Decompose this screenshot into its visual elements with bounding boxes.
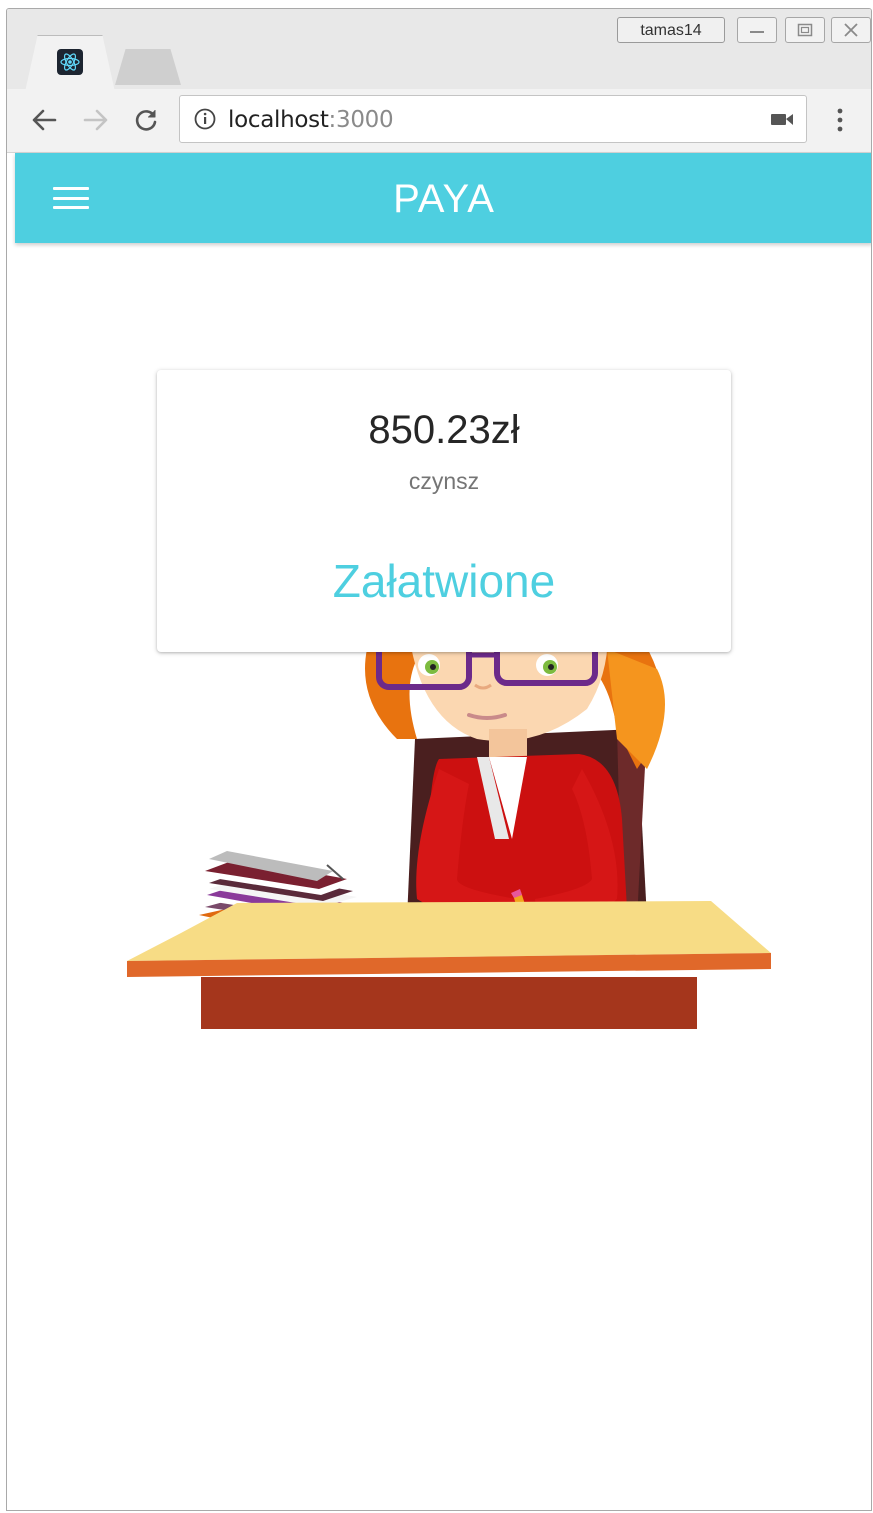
reload-icon xyxy=(135,110,157,131)
back-arrow-icon xyxy=(32,109,57,131)
more-vert-icon[interactable] xyxy=(833,105,847,135)
forward-button[interactable] xyxy=(81,105,111,135)
camera-icon[interactable] xyxy=(770,111,794,127)
url-text: localhost:3000 xyxy=(228,107,394,133)
profile-badge[interactable]: tamas14 xyxy=(617,17,725,43)
new-tab-button[interactable] xyxy=(115,49,181,85)
tab-strip: tamas14 xyxy=(7,9,871,92)
close-icon xyxy=(844,23,858,37)
app-title: PAYA xyxy=(393,177,495,221)
back-button[interactable] xyxy=(29,105,59,135)
payment-card[interactable]: 850.23zł czynsz Załatwione xyxy=(157,370,731,652)
app-bar: PAYA xyxy=(15,153,871,243)
payment-label: czynsz xyxy=(408,468,480,494)
url-host: localhost xyxy=(228,107,329,133)
payment-status[interactable]: Załatwione xyxy=(157,554,731,608)
info-icon[interactable] xyxy=(194,108,216,130)
minimize-icon xyxy=(750,31,764,33)
react-icon xyxy=(57,49,83,75)
minimize-button[interactable] xyxy=(737,17,777,43)
woman-writing-at-desk xyxy=(127,589,771,1029)
reload-button[interactable] xyxy=(131,105,161,135)
address-bar[interactable]: localhost:3000 xyxy=(179,95,807,143)
forward-arrow-icon xyxy=(83,109,108,131)
maximize-button[interactable] xyxy=(785,17,825,43)
maximize-icon xyxy=(797,23,813,37)
close-window-button[interactable] xyxy=(831,17,871,43)
url-port: :3000 xyxy=(328,107,394,133)
payment-amount: 850.23zł xyxy=(368,408,520,452)
browser-window: tamas14 localhost:3000 PAYA 850.23zł czy… xyxy=(6,8,872,1511)
